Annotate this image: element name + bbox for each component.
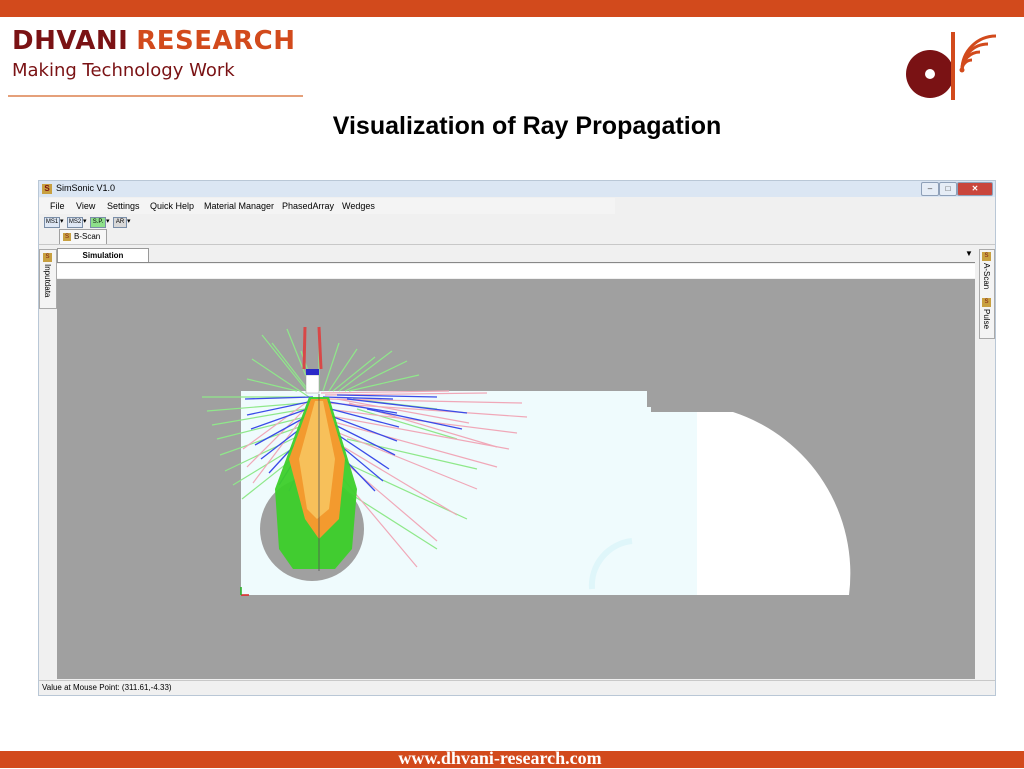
toolbar-ms1-dropdown-icon[interactable]: ▾ <box>60 217 64 225</box>
maximize-button[interactable]: □ <box>939 182 957 196</box>
toolbar: MS1 ▾ MS2 ▾ S.P. ▾ AR ▾ <box>39 215 995 229</box>
ray-propagation-visualization <box>202 326 851 596</box>
window-title: SimSonic V1.0 <box>56 183 116 193</box>
app-window: S SimSonic V1.0 – □ ✕ File View Settings… <box>38 180 996 696</box>
viewport-header-strip <box>57 264 975 278</box>
toolbar-sp-button[interactable]: S.P. <box>90 217 106 228</box>
window-titlebar[interactable]: S SimSonic V1.0 – □ ✕ <box>39 181 995 197</box>
menu-view[interactable]: View <box>76 201 95 211</box>
brand-block: DHVANI RESEARCH Making Technology Work <box>12 26 296 81</box>
menu-quick-help[interactable]: Quick Help <box>150 201 194 211</box>
side-tab-pulse[interactable]: Pulse <box>982 309 991 329</box>
brand-tagline: Making Technology Work <box>12 60 235 81</box>
toolbar-ms1-button[interactable]: MS1 <box>44 217 60 228</box>
side-tabs-right: S A-Scan S Pulse <box>979 249 995 339</box>
tab-strip-line <box>57 262 975 263</box>
slide-title: Visualization of Ray Propagation <box>332 112 722 140</box>
ascan-tab-icon: S <box>982 252 991 261</box>
inputdata-tab-label: Inputdata <box>43 264 52 298</box>
tab-simulation[interactable]: Simulation <box>57 248 149 263</box>
close-button[interactable]: ✕ <box>957 182 993 196</box>
side-tab-inputdata[interactable]: S Inputdata <box>39 249 57 309</box>
footer-url: www.dhvani-research.com <box>398 748 602 768</box>
side-tab-ascan[interactable]: A-Scan <box>982 263 991 289</box>
toolbar-ms2-button[interactable]: MS2 <box>67 217 83 228</box>
toolbar-sp-dropdown-icon[interactable]: ▾ <box>106 217 110 225</box>
simulation-canvas[interactable] <box>57 279 975 679</box>
menu-material-manager[interactable]: Material Manager <box>204 201 274 211</box>
mouse-value-readout: Value at Mouse Point: (311.61,-4.33) <box>42 683 172 692</box>
tab-list-dropdown-icon[interactable]: ▼ <box>965 249 973 258</box>
menu-phased-array[interactable]: PhasedArray <box>282 201 334 211</box>
toolbar-ar-button[interactable]: AR <box>113 217 127 228</box>
top-accent-bar <box>0 0 1024 17</box>
doc-tab-bscan[interactable]: S B-Scan <box>59 229 107 245</box>
status-bar: Value at Mouse Point: (311.61,-4.33) <box>39 680 995 694</box>
company-logo-icon <box>906 32 997 100</box>
doc-tab-label: B-Scan <box>74 232 101 241</box>
brand-divider <box>8 95 303 97</box>
bscan-tab-icon: S <box>63 232 71 241</box>
inputdata-tab-icon: S <box>43 253 52 262</box>
menu-settings[interactable]: Settings <box>107 201 140 211</box>
brand-name-primary: DHVANI <box>12 26 129 56</box>
pulse-tab-icon: S <box>982 298 991 307</box>
brand-name-secondary: RESEARCH <box>136 26 296 56</box>
menu-wedges[interactable]: Wedges <box>342 201 375 211</box>
toolbar-ar-dropdown-icon[interactable]: ▾ <box>127 217 131 225</box>
toolbar-ms2-dropdown-icon[interactable]: ▾ <box>83 217 87 225</box>
menu-file[interactable]: File <box>50 201 65 211</box>
app-icon: S <box>42 184 52 194</box>
menu-bar: File View Settings Quick Help Material M… <box>39 198 615 214</box>
brand-name: DHVANI RESEARCH <box>12 26 296 56</box>
toolbar-divider <box>39 244 995 245</box>
minimize-button[interactable]: – <box>921 182 939 196</box>
